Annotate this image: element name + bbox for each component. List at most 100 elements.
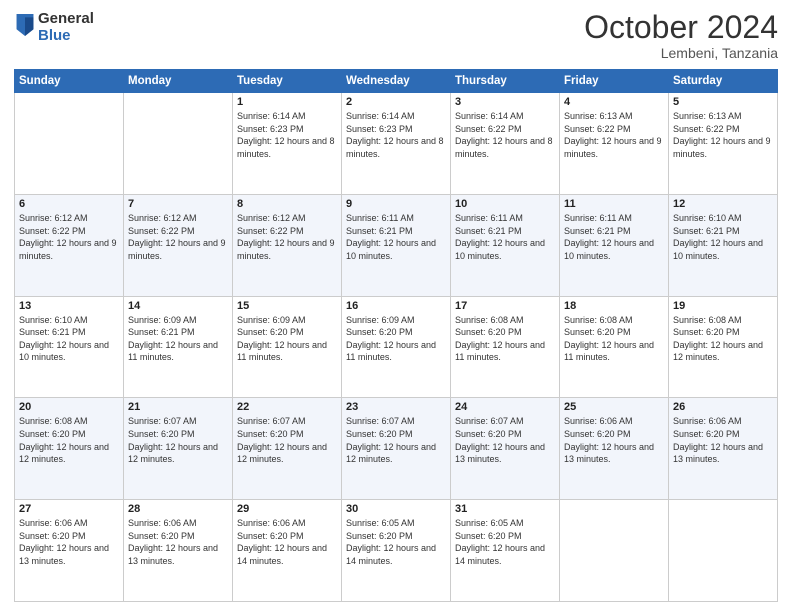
week-row-2: 13Sunrise: 6:10 AMSunset: 6:21 PMDayligh… xyxy=(15,296,778,398)
table-row: 25Sunrise: 6:06 AMSunset: 6:20 PMDayligh… xyxy=(560,398,669,500)
table-row: 7 Sunrise: 6:12 AMSunset: 6:22 PMDaylight… xyxy=(124,194,233,296)
location: Lembeni, Tanzania xyxy=(584,45,778,61)
table-row: 2 Sunrise: 6:14 AMSunset: 6:23 PMDaylight… xyxy=(342,93,451,195)
day-info: Sunrise: 6:10 AMSunset: 6:21 PMDaylight:… xyxy=(673,212,773,262)
table-row xyxy=(669,500,778,602)
day-info: Sunrise: 6:07 AMSunset: 6:20 PMDaylight:… xyxy=(455,415,555,465)
table-row: 16 Sunrise: 6:09 AMSunset: 6:20 PMDayligh… xyxy=(342,296,451,398)
col-tuesday: Tuesday xyxy=(233,70,342,93)
col-thursday: Thursday xyxy=(451,70,560,93)
day-number: 8 xyxy=(237,198,337,210)
calendar-header-row: Sunday Monday Tuesday Wednesday Thursday… xyxy=(15,70,778,93)
day-info: Sunrise: 6:11 AMSunset: 6:21 PMDaylight:… xyxy=(564,212,664,262)
col-friday: Friday xyxy=(560,70,669,93)
table-row: 19 Sunrise: 6:08 AMSunset: 6:20 PMDayligh… xyxy=(669,296,778,398)
day-info: Sunrise: 6:06 AMSunset: 6:20 PMDaylight:… xyxy=(19,517,119,567)
table-row: 9 Sunrise: 6:11 AMSunset: 6:21 PMDaylight… xyxy=(342,194,451,296)
day-info: Sunrise: 6:07 AMSunset: 6:20 PMDaylight:… xyxy=(346,415,446,465)
table-row: 1 Sunrise: 6:14 AMSunset: 6:23 PMDaylight… xyxy=(233,93,342,195)
day-number: 18 xyxy=(564,300,664,312)
day-info: Sunrise: 6:06 AMSunset: 6:20 PMDaylight:… xyxy=(673,415,773,465)
logo-blue: Blue xyxy=(38,27,71,44)
day-number: 5 xyxy=(673,96,773,108)
day-number: 7 xyxy=(128,198,228,210)
logo-icon xyxy=(16,14,34,36)
table-row xyxy=(15,93,124,195)
table-row: 26 Sunrise: 6:06 AMSunset: 6:20 PMDayligh… xyxy=(669,398,778,500)
day-info: Sunrise: 6:09 AMSunset: 6:20 PMDaylight:… xyxy=(237,314,337,364)
day-info: Sunrise: 6:09 AMSunset: 6:21 PMDaylight:… xyxy=(128,314,228,364)
day-info: Sunrise: 6:13 AMSunset: 6:22 PMDaylight:… xyxy=(673,110,773,160)
day-number: 3 xyxy=(455,96,555,108)
day-info: Sunrise: 6:07 AMSunset: 6:20 PMDaylight:… xyxy=(237,415,337,465)
day-info: Sunrise: 6:08 AMSunset: 6:20 PMDaylight:… xyxy=(19,415,119,465)
table-row: 14 Sunrise: 6:09 AMSunset: 6:21 PMDayligh… xyxy=(124,296,233,398)
table-row: 15Sunrise: 6:09 AMSunset: 6:20 PMDayligh… xyxy=(233,296,342,398)
week-row-4: 27Sunrise: 6:06 AMSunset: 6:20 PMDayligh… xyxy=(15,500,778,602)
page-header: General Blue October 2024 Lembeni, Tanza… xyxy=(14,10,778,61)
table-row: 22Sunrise: 6:07 AMSunset: 6:20 PMDayligh… xyxy=(233,398,342,500)
table-row: 11 Sunrise: 6:11 AMSunset: 6:21 PMDayligh… xyxy=(560,194,669,296)
day-number: 14 xyxy=(128,300,228,312)
table-row xyxy=(560,500,669,602)
day-info: Sunrise: 6:05 AMSunset: 6:20 PMDaylight:… xyxy=(455,517,555,567)
day-number: 26 xyxy=(673,401,773,413)
day-info: Sunrise: 6:12 AMSunset: 6:22 PMDaylight:… xyxy=(237,212,337,262)
day-info: Sunrise: 6:09 AMSunset: 6:20 PMDaylight:… xyxy=(346,314,446,364)
table-row: 13Sunrise: 6:10 AMSunset: 6:21 PMDayligh… xyxy=(15,296,124,398)
day-number: 28 xyxy=(128,503,228,515)
day-info: Sunrise: 6:11 AMSunset: 6:21 PMDaylight:… xyxy=(455,212,555,262)
table-row: 18 Sunrise: 6:08 AMSunset: 6:20 PMDayligh… xyxy=(560,296,669,398)
day-number: 6 xyxy=(19,198,119,210)
day-number: 16 xyxy=(346,300,446,312)
day-number: 17 xyxy=(455,300,555,312)
day-number: 1 xyxy=(237,96,337,108)
table-row: 17 Sunrise: 6:08 AMSunset: 6:20 PMDayligh… xyxy=(451,296,560,398)
table-row: 29 Sunrise: 6:06 AMSunset: 6:20 PMDayligh… xyxy=(233,500,342,602)
day-info: Sunrise: 6:08 AMSunset: 6:20 PMDaylight:… xyxy=(564,314,664,364)
table-row: 3Sunrise: 6:14 AMSunset: 6:22 PMDaylight… xyxy=(451,93,560,195)
col-sunday: Sunday xyxy=(15,70,124,93)
day-number: 24 xyxy=(455,401,555,413)
table-row: 21 Sunrise: 6:07 AMSunset: 6:20 PMDayligh… xyxy=(124,398,233,500)
table-row: 12Sunrise: 6:10 AMSunset: 6:21 PMDayligh… xyxy=(669,194,778,296)
col-saturday: Saturday xyxy=(669,70,778,93)
day-info: Sunrise: 6:06 AMSunset: 6:20 PMDaylight:… xyxy=(564,415,664,465)
title-block: October 2024 Lembeni, Tanzania xyxy=(584,10,778,61)
week-row-0: 1 Sunrise: 6:14 AMSunset: 6:23 PMDaylight… xyxy=(15,93,778,195)
table-row: 31Sunrise: 6:05 AMSunset: 6:20 PMDayligh… xyxy=(451,500,560,602)
day-info: Sunrise: 6:08 AMSunset: 6:20 PMDaylight:… xyxy=(455,314,555,364)
table-row: 30Sunrise: 6:05 AMSunset: 6:20 PMDayligh… xyxy=(342,500,451,602)
day-info: Sunrise: 6:14 AMSunset: 6:23 PMDaylight:… xyxy=(346,110,446,160)
day-info: Sunrise: 6:12 AMSunset: 6:22 PMDaylight:… xyxy=(128,212,228,262)
month-title: October 2024 xyxy=(584,10,778,45)
table-row xyxy=(124,93,233,195)
day-info: Sunrise: 6:08 AMSunset: 6:20 PMDaylight:… xyxy=(673,314,773,364)
week-row-1: 6 Sunrise: 6:12 AMSunset: 6:22 PMDaylight… xyxy=(15,194,778,296)
day-info: Sunrise: 6:14 AMSunset: 6:23 PMDaylight:… xyxy=(237,110,337,160)
calendar-table: Sunday Monday Tuesday Wednesday Thursday… xyxy=(14,69,778,602)
table-row: 27Sunrise: 6:06 AMSunset: 6:20 PMDayligh… xyxy=(15,500,124,602)
day-info: Sunrise: 6:06 AMSunset: 6:20 PMDaylight:… xyxy=(237,517,337,567)
day-number: 9 xyxy=(346,198,446,210)
table-row: 23Sunrise: 6:07 AMSunset: 6:20 PMDayligh… xyxy=(342,398,451,500)
day-number: 21 xyxy=(128,401,228,413)
day-info: Sunrise: 6:12 AMSunset: 6:22 PMDaylight:… xyxy=(19,212,119,262)
day-info: Sunrise: 6:06 AMSunset: 6:20 PMDaylight:… xyxy=(128,517,228,567)
day-number: 19 xyxy=(673,300,773,312)
day-number: 20 xyxy=(19,401,119,413)
day-info: Sunrise: 6:11 AMSunset: 6:21 PMDaylight:… xyxy=(346,212,446,262)
day-info: Sunrise: 6:07 AMSunset: 6:20 PMDaylight:… xyxy=(128,415,228,465)
table-row: 10Sunrise: 6:11 AMSunset: 6:21 PMDayligh… xyxy=(451,194,560,296)
table-row: 20 Sunrise: 6:08 AMSunset: 6:20 PMDayligh… xyxy=(15,398,124,500)
day-number: 2 xyxy=(346,96,446,108)
day-info: Sunrise: 6:05 AMSunset: 6:20 PMDaylight:… xyxy=(346,517,446,567)
day-number: 29 xyxy=(237,503,337,515)
table-row: 4Sunrise: 6:13 AMSunset: 6:22 PMDaylight… xyxy=(560,93,669,195)
table-row: 24 Sunrise: 6:07 AMSunset: 6:20 PMDayligh… xyxy=(451,398,560,500)
col-monday: Monday xyxy=(124,70,233,93)
logo: General Blue xyxy=(14,10,94,45)
table-row: 6 Sunrise: 6:12 AMSunset: 6:22 PMDaylight… xyxy=(15,194,124,296)
day-number: 13 xyxy=(19,300,119,312)
day-number: 11 xyxy=(564,198,664,210)
